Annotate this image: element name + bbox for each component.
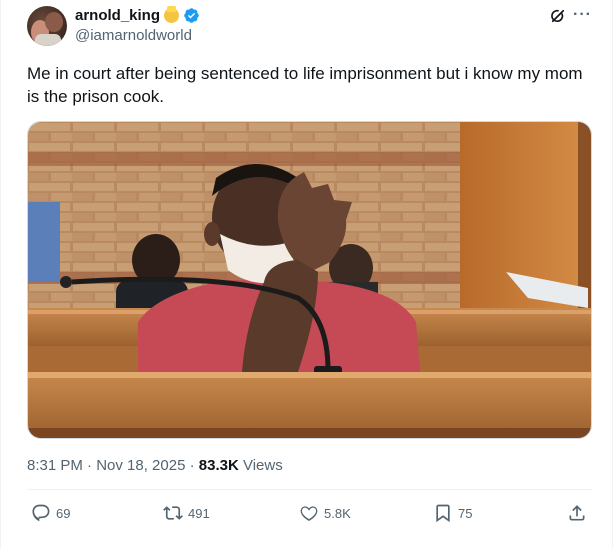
divider bbox=[27, 489, 592, 490]
views-label: Views bbox=[238, 457, 283, 474]
reply-button[interactable]: 69 bbox=[31, 503, 70, 523]
bookmark-count: 75 bbox=[458, 505, 473, 521]
verified-icon bbox=[184, 8, 199, 23]
bookmark-button[interactable]: 75 bbox=[433, 503, 472, 523]
more-icon[interactable]: ··· bbox=[573, 6, 592, 24]
tweet-text: Me in court after being sentenced to lif… bbox=[27, 64, 583, 106]
time-date[interactable]: 8:31 PM · Nov 18, 2025 · bbox=[27, 457, 199, 474]
grok-icon[interactable] bbox=[549, 7, 567, 25]
like-button[interactable]: 5.8K bbox=[299, 503, 351, 523]
repost-button[interactable]: 491 bbox=[163, 503, 210, 523]
share-button[interactable] bbox=[567, 503, 587, 523]
repost-count: 491 bbox=[188, 505, 210, 521]
like-icon bbox=[300, 506, 318, 521]
views-count: 83.3K bbox=[198, 457, 239, 474]
tweet-media-image[interactable] bbox=[27, 121, 592, 439]
author-handle[interactable]: @iamarnoldworld bbox=[75, 27, 192, 44]
avatar[interactable] bbox=[27, 6, 67, 46]
action-bar: 69 491 5.8K 75 bbox=[27, 503, 592, 531]
reply-icon bbox=[32, 504, 50, 522]
angel-emoji-icon bbox=[164, 6, 180, 23]
share-icon bbox=[569, 505, 585, 521]
reply-count: 69 bbox=[56, 505, 71, 521]
author-name-row: arnold_king bbox=[75, 6, 200, 24]
tweet-card: arnold_king @iamarnoldworld ··· Me in co… bbox=[0, 0, 613, 548]
tweet-timestamp[interactable]: 8:31 PM · Nov 18, 2025 · 83.3K Views bbox=[27, 457, 283, 474]
repost-icon bbox=[163, 506, 183, 520]
like-count: 5.8K bbox=[324, 505, 351, 521]
display-name[interactable]: arnold_king bbox=[75, 7, 160, 24]
bookmark-icon bbox=[436, 504, 450, 523]
courtroom-photo bbox=[28, 122, 591, 438]
